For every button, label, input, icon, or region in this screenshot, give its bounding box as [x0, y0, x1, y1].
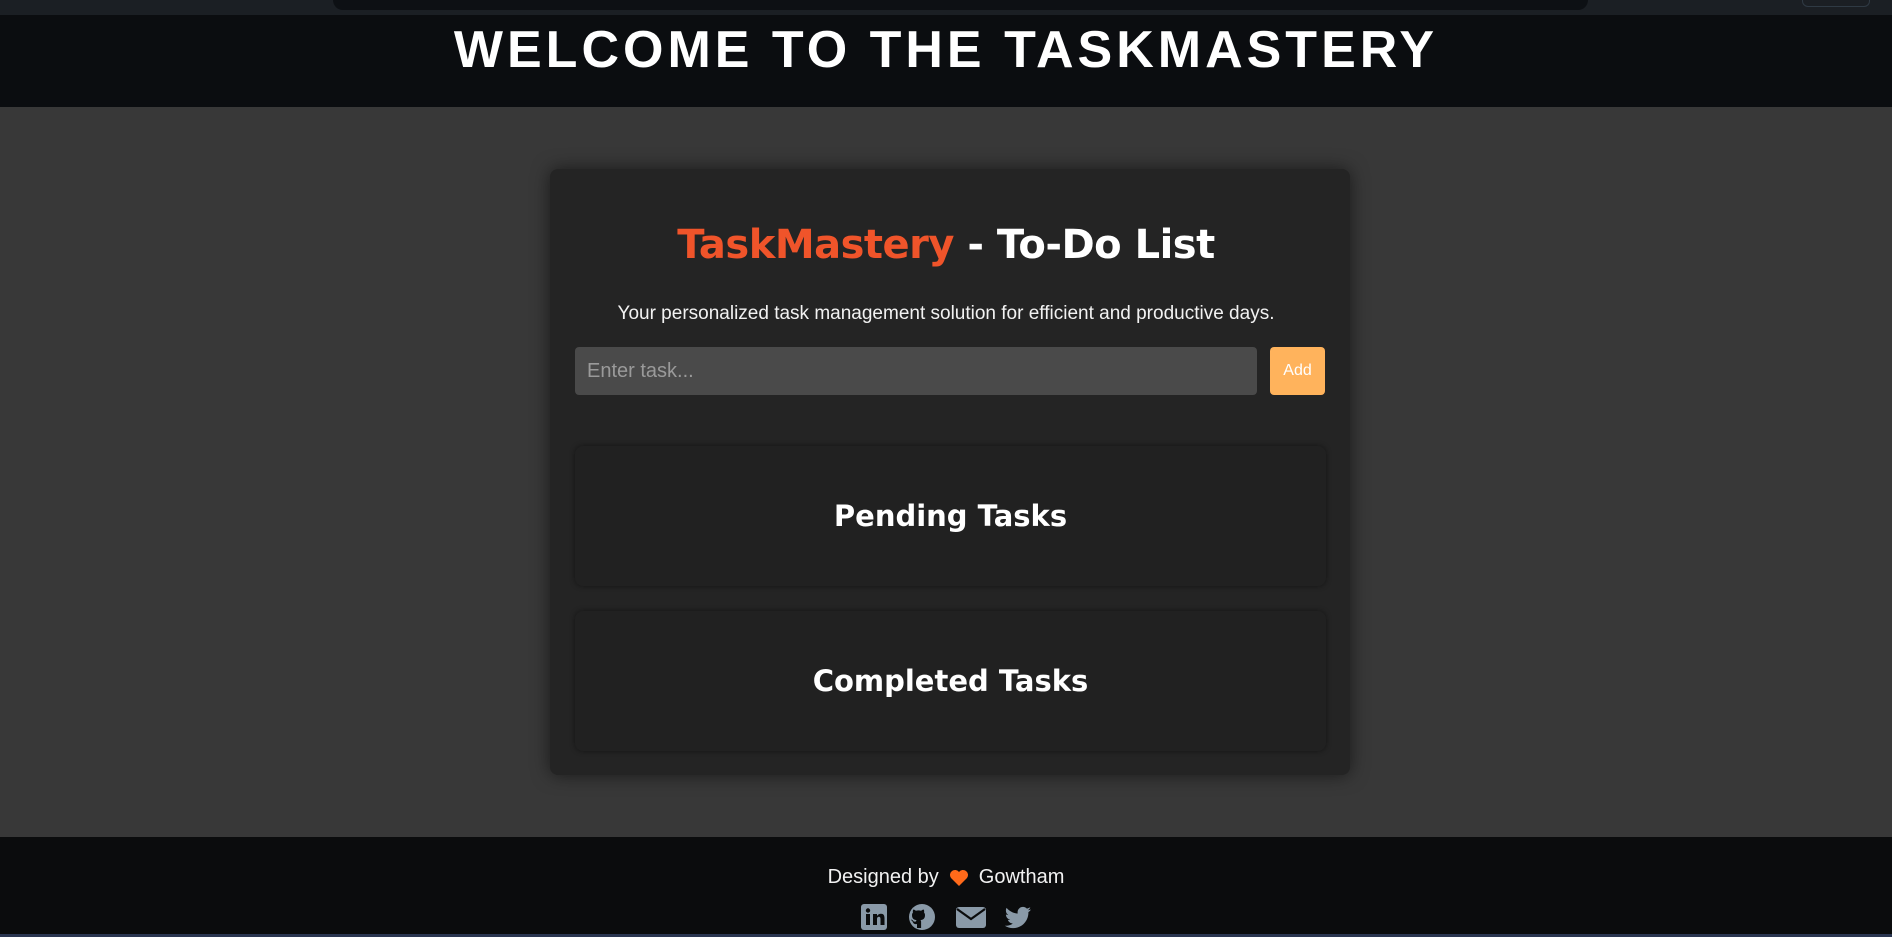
pending-tasks-heading: Pending Tasks: [833, 499, 1068, 533]
app-title-rest: - To-Do List: [953, 222, 1215, 268]
address-bar-remnant: [333, 0, 1588, 10]
brand-name: TaskMastery: [677, 222, 954, 268]
linkedin-icon[interactable]: [859, 902, 889, 932]
app-subtitle: Your personalized task management soluti…: [617, 303, 1275, 324]
page-title: WELCOME TO THE TASKMASTERY: [453, 21, 1439, 79]
social-links: [0, 902, 1892, 932]
page-header: WELCOME TO THE TASKMASTERY: [0, 15, 1892, 107]
pending-tasks-panel: Pending Tasks: [575, 446, 1326, 586]
email-icon[interactable]: [955, 902, 986, 932]
browser-top-strip: [0, 0, 1892, 15]
github-icon[interactable]: [907, 902, 937, 932]
app-title: TaskMastery - To-Do List: [0, 222, 1892, 268]
footer-credit: Designed by Gowtham: [0, 866, 1892, 889]
add-task-button[interactable]: Add: [1270, 347, 1325, 395]
author-name: Gowtham: [978, 866, 1065, 888]
designed-by-label: Designed by: [827, 866, 939, 888]
task-input[interactable]: [575, 347, 1257, 395]
browser-button-remnant: [1802, 0, 1870, 7]
completed-tasks-panel: Completed Tasks: [575, 611, 1326, 751]
twitter-icon[interactable]: [1003, 902, 1033, 932]
heart-icon: [949, 869, 969, 887]
completed-tasks-heading: Completed Tasks: [812, 664, 1089, 698]
